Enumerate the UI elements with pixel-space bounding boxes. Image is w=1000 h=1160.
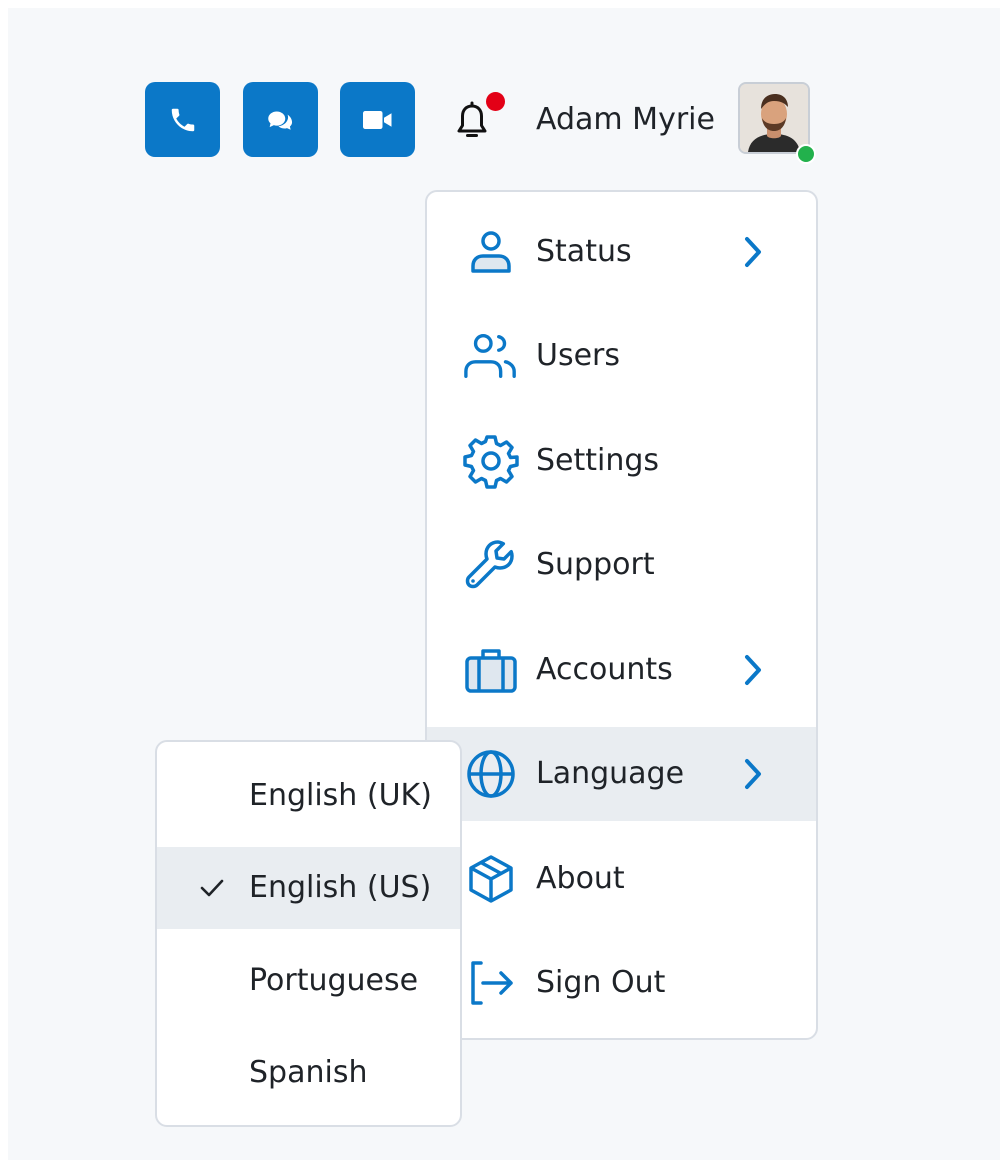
briefcase-icon — [463, 642, 519, 698]
box-icon — [463, 851, 519, 907]
menu-item-accounts[interactable]: Accounts — [427, 623, 816, 717]
sign-out-icon — [463, 955, 519, 1011]
avatar[interactable] — [738, 82, 810, 154]
user-photo — [740, 84, 808, 152]
menu-item-about[interactable]: About — [427, 832, 816, 926]
menu-item-label: Language — [536, 756, 685, 791]
checkmark-icon — [200, 879, 224, 897]
menu-item-status[interactable]: Status — [427, 205, 816, 299]
language-submenu: English (UK) English (US) Portuguese Spa… — [155, 740, 462, 1127]
chevron-right-icon — [739, 232, 767, 272]
language-option-label: Spanish — [249, 1055, 368, 1090]
language-option-english-uk[interactable]: English (UK) — [157, 755, 460, 837]
language-option-spanish[interactable]: Spanish — [157, 1032, 460, 1114]
gear-icon — [463, 433, 519, 489]
language-option-label: English (UK) — [249, 778, 432, 813]
chevron-right-icon — [739, 754, 767, 794]
user-icon — [463, 224, 519, 280]
chat-bubbles-icon — [267, 111, 292, 130]
language-option-label: English (US) — [249, 870, 432, 905]
language-option-label: Portuguese — [249, 963, 419, 998]
menu-item-label: Settings — [536, 443, 660, 478]
menu-item-support[interactable]: Support — [427, 518, 816, 612]
menu-item-label: About — [536, 861, 625, 896]
users-icon — [463, 328, 519, 384]
language-option-portuguese[interactable]: Portuguese — [157, 940, 460, 1022]
presence-indicator — [796, 144, 816, 164]
menu-item-label: Status — [536, 234, 632, 269]
menu-item-sign-out[interactable]: Sign Out — [427, 936, 816, 1030]
menu-item-label: Sign Out — [536, 965, 666, 1000]
video-button[interactable] — [340, 82, 415, 157]
chevron-right-icon — [739, 650, 767, 690]
user-name[interactable]: Adam Myrie — [536, 98, 715, 142]
language-option-english-us[interactable]: English (US) — [157, 847, 460, 929]
phone-icon — [171, 108, 194, 131]
menu-item-language[interactable]: Language — [427, 727, 816, 821]
chat-button[interactable] — [243, 82, 318, 157]
menu-item-label: Support — [536, 547, 655, 582]
video-camera-icon — [362, 110, 391, 129]
globe-icon — [463, 746, 519, 802]
menu-item-label: Users — [536, 338, 621, 373]
user-menu: Status Users Settings Support Accounts L… — [425, 190, 818, 1040]
bell-icon[interactable] — [452, 100, 492, 144]
wrench-icon — [463, 537, 519, 593]
notification-badge — [486, 92, 505, 111]
menu-item-users[interactable]: Users — [427, 309, 816, 403]
menu-item-settings[interactable]: Settings — [427, 414, 816, 508]
menu-item-label: Accounts — [536, 652, 673, 687]
phone-button[interactable] — [145, 82, 220, 157]
